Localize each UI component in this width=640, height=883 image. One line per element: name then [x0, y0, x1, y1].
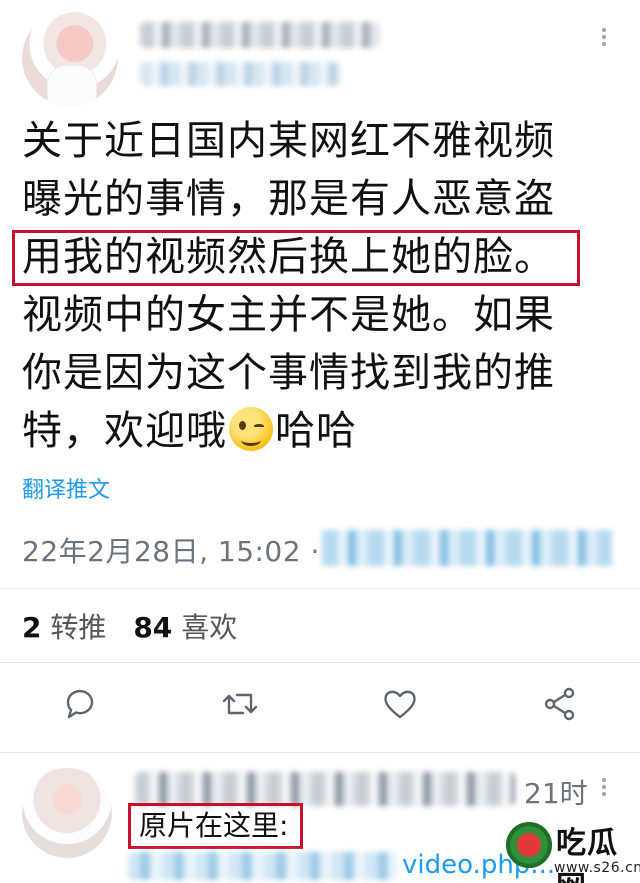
- divider: [0, 752, 640, 753]
- watermark: 吃瓜网 www.s26.cn: [506, 818, 640, 883]
- reply-text: 原片在这里:: [128, 803, 303, 849]
- tweet-line: 曝光的事情，那是有人恶意盗: [22, 176, 555, 222]
- tweet-line: 视频中的女主并不是她。如果: [22, 292, 555, 338]
- like-count[interactable]: 84: [133, 611, 172, 644]
- author-avatar[interactable]: [22, 10, 118, 106]
- author-handle-redacted: [140, 62, 340, 86]
- more-options-icon[interactable]: [596, 26, 612, 50]
- like-button[interactable]: [380, 684, 420, 724]
- reply-link-redacted: [128, 852, 398, 880]
- share-button[interactable]: [540, 684, 580, 724]
- tweet-stats: 2 转推 84 喜欢: [22, 606, 255, 646]
- reply-author-avatar[interactable]: [22, 768, 112, 858]
- retweet-label[interactable]: 转推: [50, 611, 106, 644]
- retweet-count[interactable]: 2: [22, 611, 41, 644]
- highlight-box: [12, 230, 580, 286]
- reply-timestamp[interactable]: 21时: [524, 772, 588, 812]
- like-label[interactable]: 喜欢: [181, 611, 237, 644]
- share-icon: [544, 687, 575, 721]
- tweet-timestamp[interactable]: 22年2月28日, 15:02 ·: [22, 530, 320, 570]
- tweet-line-tail: 哈哈: [275, 408, 357, 454]
- heart-icon: [384, 690, 416, 719]
- tweet-line: 你是因为这个事情找到我的推: [22, 350, 555, 396]
- tweet-text: 关于近日国内某网红不雅视频 曝光的事情，那是有人恶意盗 用我的视频然后换上她的脸…: [22, 112, 622, 460]
- retweet-icon: [222, 693, 258, 715]
- retweet-button[interactable]: [220, 684, 260, 724]
- watermelon-logo-icon: [506, 822, 552, 868]
- reply-author-redacted[interactable]: [135, 772, 515, 806]
- more-options-icon[interactable]: [596, 776, 612, 800]
- reply-button[interactable]: [60, 684, 100, 724]
- author-name-redacted[interactable]: [140, 22, 380, 48]
- translate-tweet-link[interactable]: 翻译推文: [22, 472, 110, 504]
- tweet-line-text: 特，欢迎哦: [22, 408, 227, 454]
- winking-face-icon: [229, 407, 273, 451]
- tweet-source-redacted: [322, 530, 612, 566]
- tweet-line-last: 特，欢迎哦 哈哈: [22, 402, 622, 460]
- divider: [0, 662, 640, 663]
- tweet-line: 关于近日国内某网红不雅视频: [22, 118, 555, 164]
- divider: [0, 588, 640, 589]
- reply-icon: [66, 690, 94, 719]
- watermark-url: www.s26.cn: [554, 860, 640, 876]
